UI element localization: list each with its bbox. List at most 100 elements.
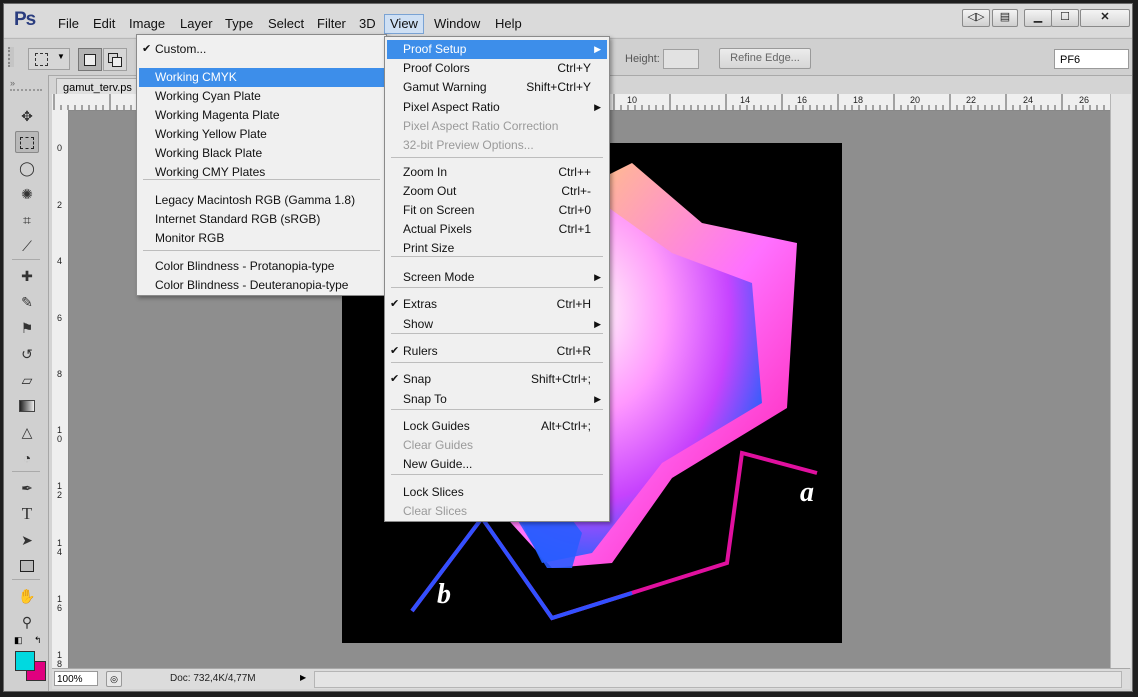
view-menu-item[interactable]: Lock Slices <box>387 483 607 502</box>
swap-colors-icon[interactable]: ↰ <box>34 635 42 646</box>
maximize-button[interactable]: ☐ <box>1051 9 1079 27</box>
menu-select[interactable]: Select <box>263 15 309 33</box>
gradient-icon[interactable] <box>15 395 39 417</box>
view-menu-item-label: Fit on Screen <box>403 203 475 217</box>
stamp-icon[interactable]: ⚑ <box>15 317 39 339</box>
menu-view[interactable]: View <box>384 14 424 34</box>
view-menu-item-label: Rulers <box>403 344 438 358</box>
brush-icon[interactable]: ✎ <box>15 291 39 313</box>
proof-menu-item[interactable]: Color Blindness - Protanopia-type <box>139 257 384 276</box>
foreground-color-swatch[interactable] <box>15 651 35 671</box>
ruler-v-label: 4 <box>57 256 63 266</box>
workspace-field[interactable]: PF6 <box>1054 49 1129 69</box>
move-icon[interactable]: ✥ <box>15 105 39 127</box>
pen-icon[interactable]: ✒ <box>15 477 39 499</box>
proof-menu-item[interactable]: Working CMYK <box>139 68 384 87</box>
view-menu-item[interactable]: Proof Colors Ctrl+Y <box>387 59 607 78</box>
proof-menu-item-label: Custom... <box>155 42 207 56</box>
proof-menu-item[interactable]: Working Black Plate <box>139 144 384 163</box>
submenu-arrow-icon: ▶ <box>594 394 601 404</box>
view-menu-item[interactable]: Zoom Out Ctrl+- <box>387 182 607 201</box>
zoom-icon[interactable]: ⚲ <box>15 611 39 633</box>
status-bar: 100% ◎ Doc: 732,4K/4,77M ▶ <box>52 668 1130 689</box>
horizontal-scrollbar[interactable] <box>314 671 1122 688</box>
healing-icon[interactable]: ✚ <box>15 265 39 287</box>
hand-icon[interactable]: ✋ <box>15 585 39 607</box>
menu-filter[interactable]: Filter <box>312 15 351 33</box>
view-menu-item[interactable]: Actual Pixels Ctrl+1 <box>387 220 607 239</box>
shortcut-label: Ctrl+1 <box>558 222 591 236</box>
view-menu-item[interactable]: Lock Guides Alt+Ctrl+; <box>387 417 607 436</box>
zoom-field[interactable]: 100% <box>54 671 98 686</box>
new-selection-button[interactable] <box>78 48 102 71</box>
checkmark-icon: ✔ <box>390 345 400 357</box>
type-icon[interactable]: T <box>15 503 39 525</box>
proof-menu-item[interactable]: ✔ Custom... <box>139 40 384 59</box>
proof-menu-item[interactable]: Working Cyan Plate <box>139 87 384 106</box>
proof-menu-item-label: Monitor RGB <box>155 231 225 245</box>
menu-3d[interactable]: 3D <box>354 15 381 33</box>
menu-edit[interactable]: Edit <box>88 15 120 33</box>
status-options-icon[interactable]: ◎ <box>106 671 122 687</box>
shape-icon[interactable] <box>15 555 39 577</box>
proof-menu-item[interactable]: Working Magenta Plate <box>139 106 384 125</box>
shortcut-label: Shift+Ctrl+; <box>530 372 591 386</box>
close-button[interactable]: ✕ <box>1080 9 1130 27</box>
panel-grip <box>10 89 42 92</box>
view-menu-item[interactable]: New Guide... <box>387 455 607 474</box>
proof-menu-item[interactable]: Legacy Macintosh RGB (Gamma 1.8) <box>139 191 384 210</box>
proof-menu-item-label: Working Yellow Plate <box>155 127 267 141</box>
eraser-icon[interactable]: ▱ <box>15 369 39 391</box>
view-menu-item[interactable]: ✔ Snap Shift+Ctrl+; <box>387 370 607 389</box>
height-field[interactable] <box>663 49 699 69</box>
menu-image[interactable]: Image <box>124 15 170 33</box>
view-menu-item[interactable]: Fit on Screen Ctrl+0 <box>387 201 607 220</box>
panel-collapse-icon[interactable]: » <box>10 78 15 88</box>
view-menu-item[interactable]: Pixel Aspect Ratio ▶ <box>387 98 607 117</box>
default-colors-icon[interactable]: ◧ <box>14 635 23 646</box>
vertical-ruler[interactable]: 0 2 4 6 8 1 0 1 2 1 4 1 6 1 8 <box>52 110 69 668</box>
eyedropper-icon[interactable]: ⟋ <box>15 235 39 257</box>
blur-icon[interactable]: △ <box>15 421 39 443</box>
menu-layer[interactable]: Layer <box>175 15 218 33</box>
view-menu-item[interactable]: ✔ Extras Ctrl+H <box>387 295 607 314</box>
proof-menu-item[interactable]: Color Blindness - Deuteranopia-type <box>139 276 384 295</box>
refine-edge-button[interactable]: Refine Edge... <box>719 48 811 69</box>
proof-menu-item[interactable]: Working Yellow Plate <box>139 125 384 144</box>
proof-menu-item[interactable]: Monitor RGB <box>139 229 384 248</box>
proof-menu-item-label: Working Cyan Plate <box>155 89 261 103</box>
proof-menu-item-label: Working Black Plate <box>155 146 263 160</box>
marquee-icon[interactable] <box>15 131 39 153</box>
view-menu-item-label: Clear Slices <box>403 504 468 518</box>
menu-type[interactable]: Type <box>220 15 258 33</box>
view-menu-item[interactable]: Snap To ▶ <box>387 390 607 409</box>
shortcut-label: Ctrl++ <box>558 165 591 179</box>
arrange-documents-button[interactable]: ◁▷ <box>962 9 990 27</box>
view-menu-item[interactable]: ✔ Rulers Ctrl+R <box>387 342 607 361</box>
view-menu-item[interactable]: Zoom In Ctrl++ <box>387 163 607 182</box>
view-menu-item[interactable]: Show ▶ <box>387 315 607 334</box>
menu-file[interactable]: File <box>53 15 84 33</box>
submenu-arrow-icon: ▶ <box>594 319 601 329</box>
dodge-icon[interactable]: ◔ <box>15 447 39 469</box>
add-selection-button[interactable] <box>103 48 127 71</box>
vertical-scrollbar[interactable] <box>1110 94 1131 668</box>
crop-icon[interactable]: ⌗ <box>15 209 39 231</box>
menu-help[interactable]: Help <box>490 15 527 33</box>
path-select-icon[interactable]: ➤ <box>15 529 39 551</box>
minimize-button[interactable]: ▁ <box>1024 9 1052 27</box>
view-menu-item[interactable]: Screen Mode ▶ <box>387 268 607 287</box>
view-menu-item[interactable]: Proof Setup ▶ <box>387 40 607 59</box>
lasso-icon[interactable]: ◯ <box>15 157 39 179</box>
menu-separator <box>391 362 603 363</box>
quick-select-icon[interactable]: ✺ <box>15 183 39 205</box>
menu-separator <box>391 333 603 334</box>
menu-window[interactable]: Window <box>429 15 485 33</box>
view-menu-item[interactable]: Gamut Warning Shift+Ctrl+Y <box>387 78 607 97</box>
status-arrow-icon[interactable]: ▶ <box>300 673 306 682</box>
history-brush-icon[interactable]: ↺ <box>15 343 39 365</box>
marquee-preset-picker[interactable]: ▼ <box>28 48 70 70</box>
workspace-button[interactable]: ▤ <box>992 9 1018 27</box>
proof-menu-item[interactable]: Internet Standard RGB (sRGB) <box>139 210 384 229</box>
menu-separator <box>143 179 380 180</box>
